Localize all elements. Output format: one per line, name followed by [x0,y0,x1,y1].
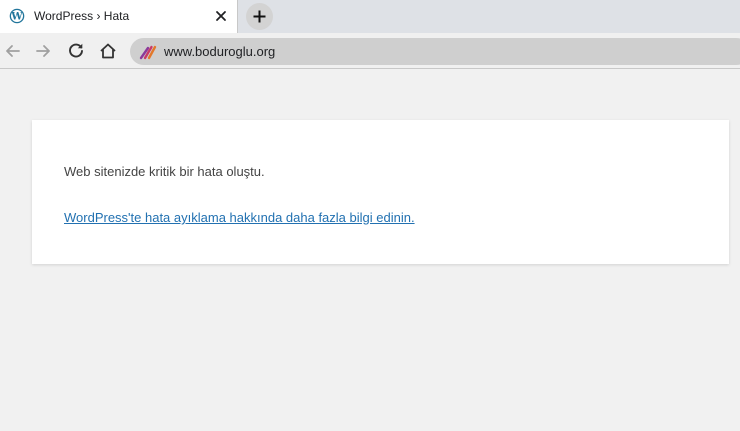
error-card: Web sitenizde kritik bir hata oluştu. Wo… [32,120,729,264]
debugging-info-link[interactable]: WordPress'te hata ayıklama hakkında daha… [64,210,415,225]
tab-title: WordPress › Hata [34,9,130,23]
close-icon[interactable] [214,9,228,23]
page-content: Web sitenizde kritik bir hata oluştu. Wo… [0,69,740,431]
wordpress-logo-icon: W [9,8,25,24]
address-bar[interactable]: www.boduroglu.org [130,38,740,65]
plus-icon [253,10,266,23]
url-text: www.boduroglu.org [164,44,276,59]
browser-tab[interactable]: W WordPress › Hata [0,0,238,33]
arrow-right-icon[interactable] [33,41,53,61]
reload-icon[interactable] [66,41,86,61]
new-tab-button[interactable] [246,3,273,30]
tab-strip: W WordPress › Hata [0,0,740,33]
site-info-icon[interactable] [139,44,157,60]
error-message: Web sitenizde kritik bir hata oluştu. [64,164,265,179]
home-icon[interactable] [98,41,118,61]
arrow-left-icon[interactable] [3,41,23,61]
svg-text:W: W [10,12,23,23]
browser-toolbar: www.boduroglu.org [0,33,740,69]
